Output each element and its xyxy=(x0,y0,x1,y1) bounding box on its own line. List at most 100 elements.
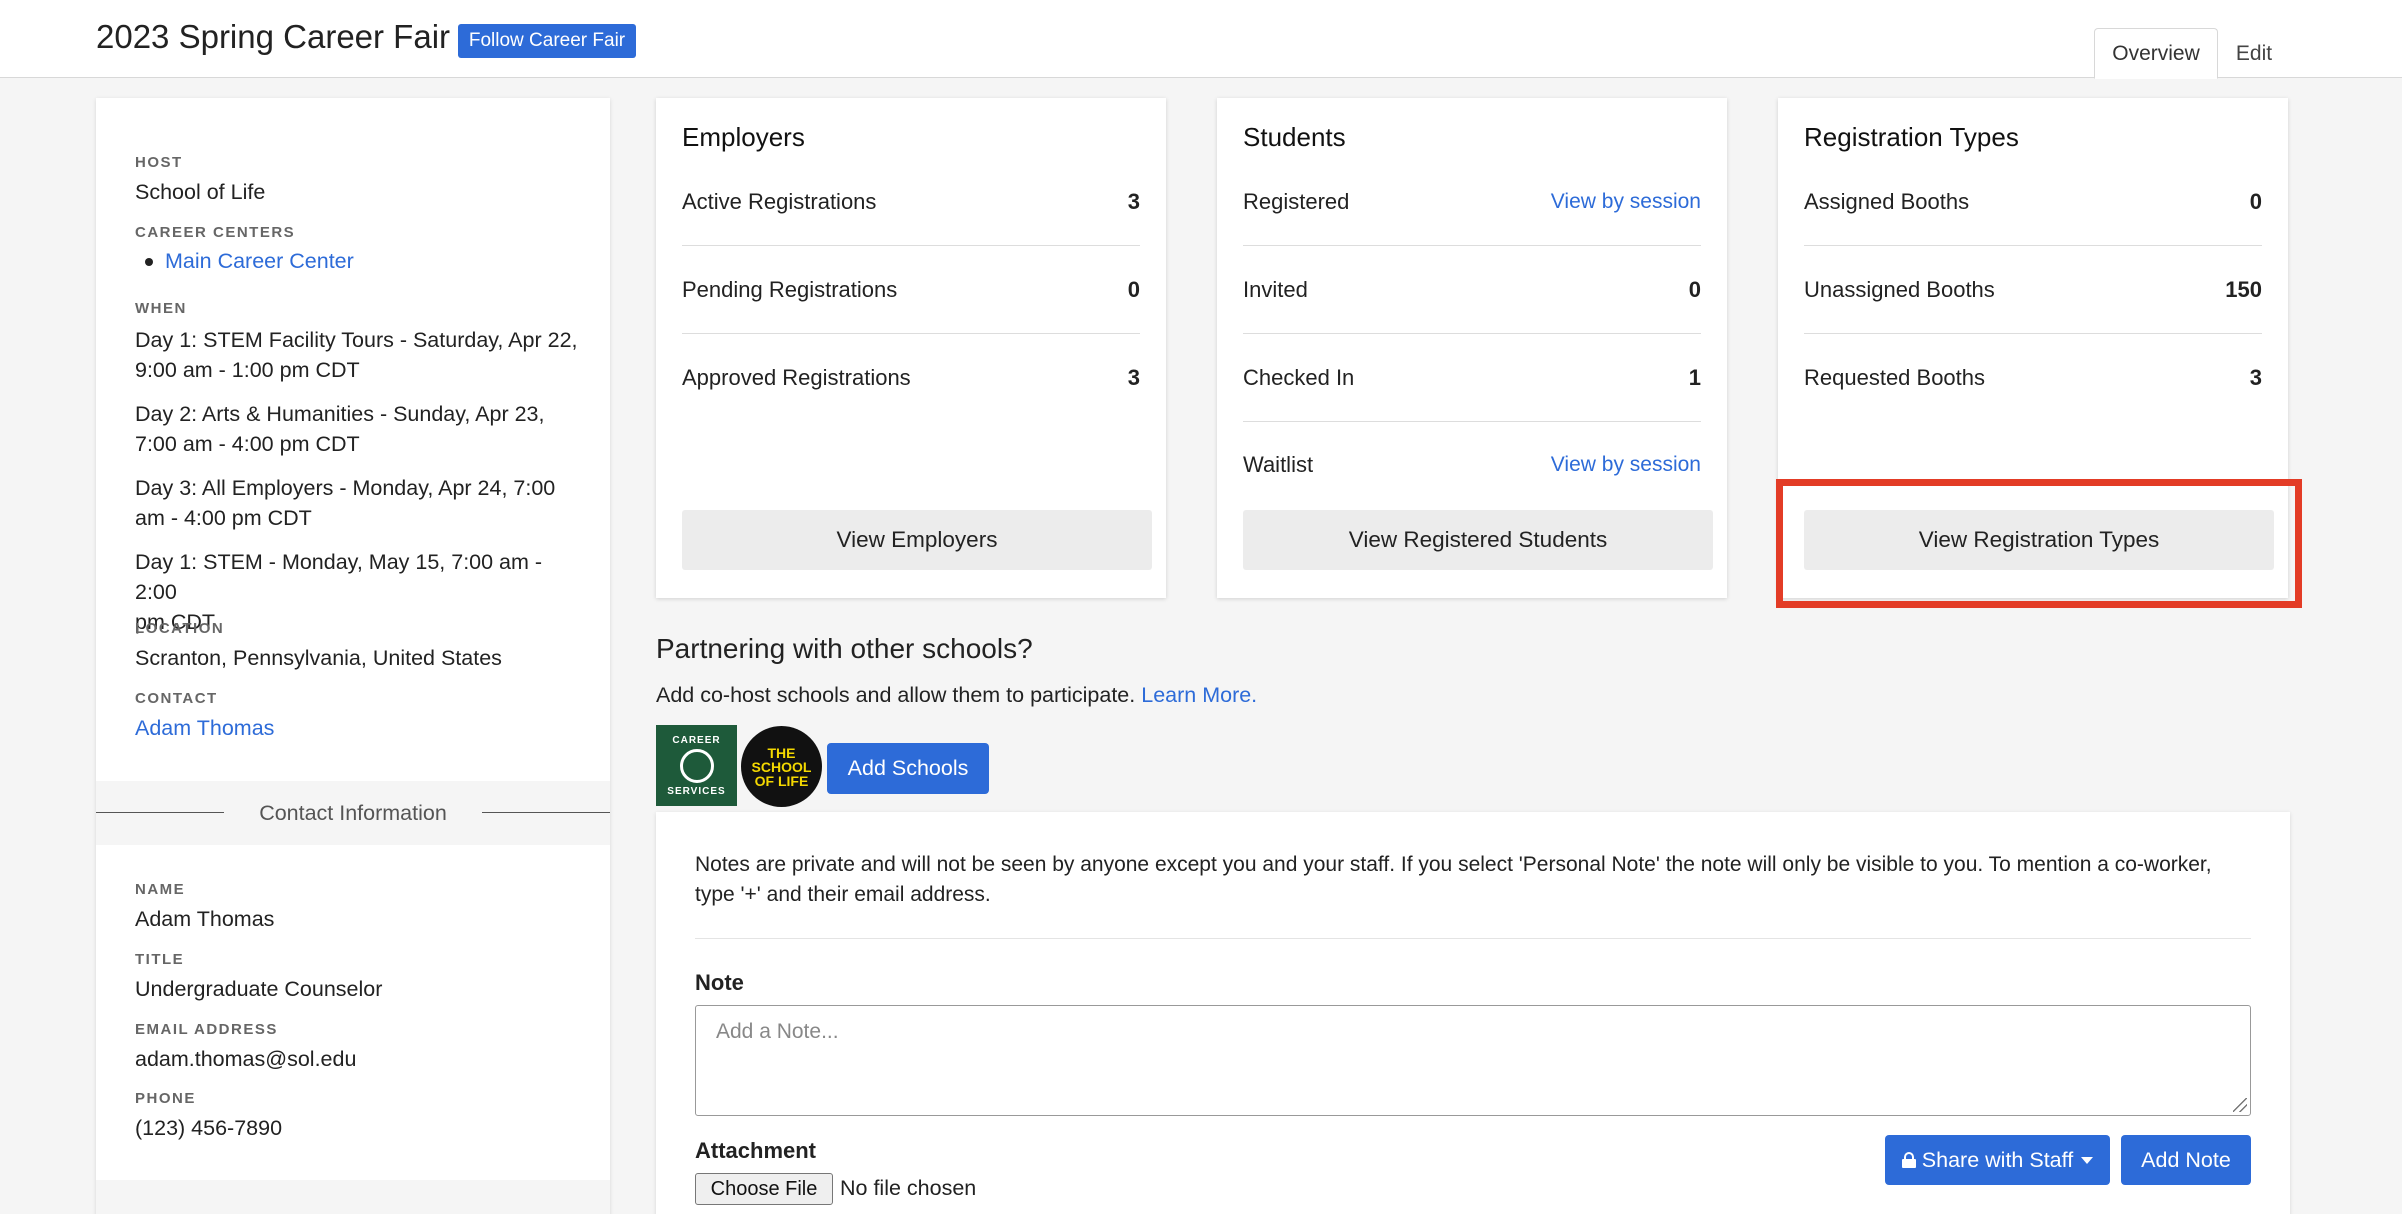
highlight-box xyxy=(1776,479,2302,608)
panel-footer-band xyxy=(96,1180,610,1214)
session-item: Day 1: STEM Facility Tours - Saturday, A… xyxy=(135,325,580,385)
stat-row: Unassigned Booths 150 xyxy=(1804,246,2262,334)
title-section: TITLE Undergraduate Counselor xyxy=(135,951,580,1004)
stat-value: 3 xyxy=(1127,365,1140,390)
email-section: EMAIL ADDRESS adam.thomas@sol.edu xyxy=(135,1021,580,1074)
card-title: Students xyxy=(1243,122,1346,152)
stat-label: Assigned Booths xyxy=(1804,188,1970,214)
bullet-icon xyxy=(145,257,153,266)
career-center-link[interactable]: Main Career Center xyxy=(165,249,354,274)
contact-section: CONTACT Adam Thomas xyxy=(135,690,580,743)
stat-row: Pending Registrations 0 xyxy=(682,246,1140,334)
stat-label: Invited xyxy=(1243,276,1308,302)
follow-career-fair-button[interactable]: Follow Career Fair xyxy=(458,24,636,58)
card-title: Employers xyxy=(682,122,805,152)
students-card: Students Registered View by session Invi… xyxy=(1217,98,1727,598)
host-label: HOST xyxy=(135,154,183,171)
stat-value: 3 xyxy=(2249,365,2262,390)
lock-icon xyxy=(1901,1152,1916,1168)
choose-file-button[interactable]: Choose File xyxy=(695,1173,833,1205)
phone-label: PHONE xyxy=(135,1090,196,1107)
employers-card: Employers Active Registrations 3 Pending… xyxy=(656,98,1166,598)
when-section: WHEN Day 1: STEM Facility Tours - Saturd… xyxy=(135,300,580,637)
session-line: Day 2: Arts & Humanities - Sunday, Apr 2… xyxy=(135,402,545,426)
session-line: Day 1: STEM - Monday, May 15, 7:00 am - … xyxy=(135,550,543,604)
logo-text: SERVICES xyxy=(667,785,726,797)
career-centers-label: CAREER CENTERS xyxy=(135,224,296,241)
view-registered-students-button[interactable]: View Registered Students xyxy=(1243,510,1713,570)
session-line: Day 1: STEM Facility Tours - Saturday, A… xyxy=(135,328,578,352)
stat-value: 1 xyxy=(1688,364,1701,390)
view-employers-button[interactable]: View Employers xyxy=(682,510,1152,570)
tab-bar: Overview Edit xyxy=(2094,28,2290,79)
host-value: School of Life xyxy=(135,180,266,204)
add-note-button[interactable]: Add Note xyxy=(2121,1135,2251,1185)
when-label: WHEN xyxy=(135,300,187,317)
stat-row: Waitlist View by session xyxy=(1243,421,1701,509)
name-section: NAME Adam Thomas xyxy=(135,881,580,934)
stat-value: 150 xyxy=(2225,276,2262,302)
logo-text: SCHOOL xyxy=(751,758,812,775)
note-textarea[interactable]: Add a Note... xyxy=(695,1005,2251,1116)
partnering-title: Partnering with other schools? xyxy=(656,633,1033,664)
divider xyxy=(695,938,2251,939)
view-by-session-link[interactable]: View by session xyxy=(1551,453,1701,477)
logo-text: CAREER xyxy=(672,734,721,746)
stat-label: Approved Registrations xyxy=(682,365,911,390)
stat-label: Active Registrations xyxy=(682,188,877,214)
career-centers-section: CAREER CENTERS Main Career Center xyxy=(135,224,580,274)
caret-down-icon xyxy=(2081,1156,2094,1164)
stat-label: Checked In xyxy=(1243,364,1355,390)
logo-text: OF LIFE xyxy=(754,772,809,789)
add-schools-button[interactable]: Add Schools xyxy=(827,743,989,794)
stat-row: Invited 0 xyxy=(1243,246,1701,334)
contact-label: CONTACT xyxy=(135,690,218,707)
location-section: LOCATION Scranton, Pennsylvania, United … xyxy=(135,620,580,673)
divider-line xyxy=(96,812,224,813)
location-value: Scranton, Pennsylvania, United States xyxy=(135,646,502,670)
share-with-staff-dropdown[interactable]: Share with Staff xyxy=(1885,1135,2110,1185)
session-line: 7:00 am - 4:00 pm CDT xyxy=(135,432,360,456)
stat-row: Registered View by session xyxy=(1243,158,1701,246)
phoenix-emblem-icon xyxy=(679,748,714,783)
name-value: Adam Thomas xyxy=(135,907,275,931)
resize-grip-icon[interactable] xyxy=(2233,1098,2247,1112)
stat-row: Checked In 1 xyxy=(1243,334,1701,422)
file-status: No file chosen xyxy=(840,1176,977,1200)
stat-value: 0 xyxy=(1688,276,1701,302)
contact-link[interactable]: Adam Thomas xyxy=(135,713,580,743)
email-label: EMAIL ADDRESS xyxy=(135,1021,278,1038)
contact-info-divider: Contact Information xyxy=(96,781,610,845)
learn-more-link[interactable]: Learn More. xyxy=(1141,683,1257,707)
notes-info: Notes are private and will not be seen b… xyxy=(695,853,2212,906)
school-of-life-logo[interactable]: THE SCHOOL OF LIFE xyxy=(741,726,822,807)
stat-label: Registered xyxy=(1243,188,1350,214)
stat-label: Pending Registrations xyxy=(682,276,898,302)
view-by-session-link[interactable]: View by session xyxy=(1551,190,1701,214)
session-line: am - 4:00 pm CDT xyxy=(135,506,312,530)
stat-row: Assigned Booths 0 xyxy=(1804,158,2262,246)
attachment-label: Attachment xyxy=(695,1138,817,1163)
stat-label: Unassigned Booths xyxy=(1804,276,1995,302)
share-label: Share with Staff xyxy=(1921,1147,2074,1172)
partnering-subtitle: Add co-host schools and allow them to pa… xyxy=(656,683,1257,708)
tab-edit[interactable]: Edit xyxy=(2218,28,2290,79)
career-center-item: Main Career Center xyxy=(135,249,580,274)
location-label: LOCATION xyxy=(135,620,225,637)
stat-label: Requested Booths xyxy=(1804,365,1986,390)
career-services-logo[interactable]: CAREER SERVICES xyxy=(656,725,737,806)
phone-value: (123) 456-7890 xyxy=(135,1116,283,1140)
stat-row: Requested Booths 3 xyxy=(1804,334,2262,422)
tab-overview[interactable]: Overview xyxy=(2094,28,2218,79)
session-item: Day 2: Arts & Humanities - Sunday, Apr 2… xyxy=(135,399,580,459)
logo-text: THE xyxy=(767,744,796,761)
stat-value: 0 xyxy=(1127,276,1140,302)
title-value: Undergraduate Counselor xyxy=(135,977,383,1001)
partnering-text: Add co-host schools and allow them to pa… xyxy=(656,683,1136,707)
note-label: Note xyxy=(695,970,744,995)
email-value: adam.thomas@sol.edu xyxy=(135,1047,357,1071)
stat-row: Active Registrations 3 xyxy=(682,158,1140,246)
divider-line xyxy=(482,812,610,813)
page-title: 2023 Spring Career Fair xyxy=(96,18,451,55)
notes-card: Notes are private and will not be seen b… xyxy=(656,812,2290,1214)
